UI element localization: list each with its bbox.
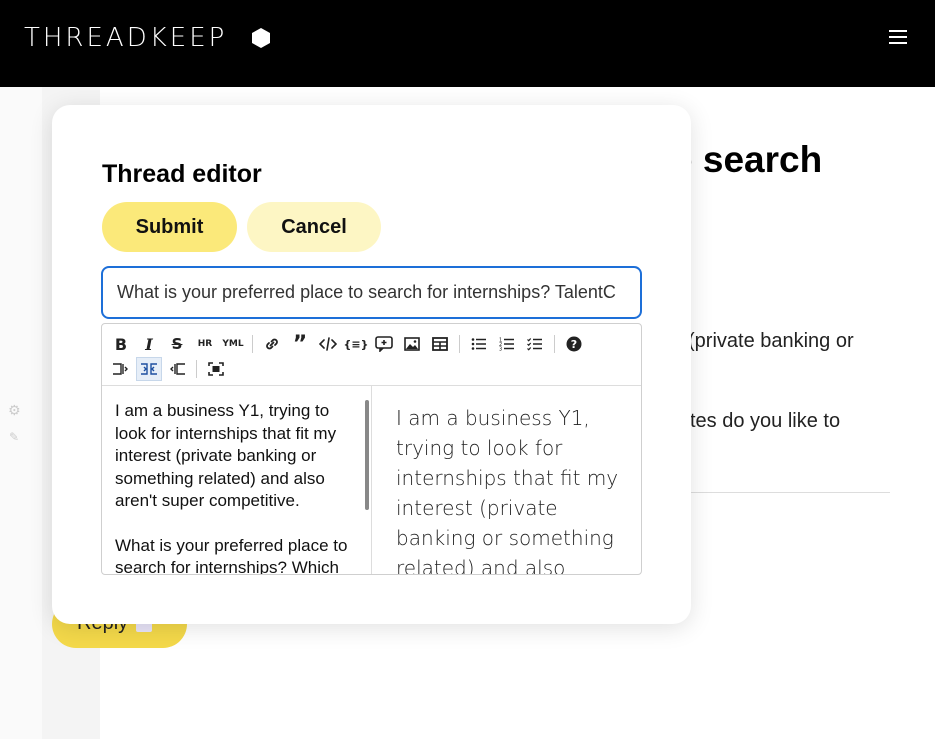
editor-toolbar: B I S HR YML ” {≡} 1 2 3 ? — [102, 324, 641, 386]
logo-text: THREADKEEP — [24, 23, 228, 53]
horizontal-rule-button[interactable]: HR — [192, 332, 218, 356]
thread-title-input[interactable]: What is your preferred place to search f… — [101, 266, 642, 319]
submit-button[interactable]: Submit — [102, 202, 237, 252]
thread-title-fragment: o search — [670, 139, 823, 180]
image-icon[interactable] — [399, 332, 425, 356]
thread-body-fragment-2: tes do you like to — [690, 410, 841, 432]
bold-button[interactable]: B — [108, 332, 134, 356]
markdown-source-pane[interactable]: I am a business Y1, trying to look for i… — [102, 386, 372, 574]
left-gutter-inner — [0, 87, 42, 739]
source-scrollbar[interactable] — [365, 400, 369, 510]
thread-editor-modal: Thread editor Submit Cancel What is your… — [52, 105, 691, 624]
toolbar-separator — [196, 360, 197, 378]
edit-only-view-icon[interactable] — [108, 357, 134, 381]
logo[interactable]: THREADKEEP — [24, 23, 271, 53]
table-icon[interactable] — [427, 332, 453, 356]
bullet-list-icon[interactable] — [466, 332, 492, 356]
markdown-editor: B I S HR YML ” {≡} 1 2 3 ? I am a busine… — [101, 323, 642, 575]
tool-icon[interactable]: ✎ — [9, 430, 19, 444]
task-list-icon[interactable] — [522, 332, 548, 356]
editor-panes: I am a business Y1, trying to look for i… — [102, 386, 641, 574]
quote-icon[interactable]: ” — [287, 332, 313, 357]
markdown-preview-pane: I am a business Y1, trying to look for i… — [372, 386, 641, 574]
code-icon[interactable] — [315, 332, 341, 356]
svg-text:3: 3 — [499, 347, 502, 352]
link-icon[interactable] — [259, 332, 285, 356]
toolbar-separator — [459, 335, 460, 353]
hamburger-icon[interactable] — [889, 30, 907, 46]
thread-body-fragment: (private banking or — [688, 330, 854, 352]
yaml-button[interactable]: YML — [220, 332, 246, 356]
cancel-button[interactable]: Cancel — [247, 202, 381, 252]
preview-paragraph: I am a business Y1, trying to look for i… — [396, 406, 619, 574]
italic-button[interactable]: I — [136, 332, 162, 356]
split-view-icon[interactable] — [136, 357, 162, 381]
top-navbar: THREADKEEP — [0, 0, 935, 87]
comment-plus-icon[interactable] — [371, 332, 397, 356]
hexagon-icon — [252, 28, 271, 48]
toolbar-separator — [252, 335, 253, 353]
source-paragraph-2: What is your preferred place to search f… — [115, 535, 348, 575]
toolbar-separator — [554, 335, 555, 353]
help-icon[interactable]: ? — [561, 332, 587, 356]
source-paragraph-1: I am a business Y1, trying to look for i… — [115, 401, 337, 510]
gear-icon[interactable]: ⚙ — [8, 402, 21, 419]
strikethrough-button[interactable]: S — [164, 332, 190, 356]
fullscreen-icon[interactable] — [203, 357, 229, 381]
modal-title: Thread editor — [102, 160, 262, 188]
divider — [690, 492, 890, 493]
preview-only-view-icon[interactable] — [164, 357, 190, 381]
code-block-icon[interactable]: {≡} — [343, 332, 369, 356]
numbered-list-icon[interactable]: 123 — [494, 332, 520, 356]
svg-text:?: ? — [571, 338, 577, 351]
